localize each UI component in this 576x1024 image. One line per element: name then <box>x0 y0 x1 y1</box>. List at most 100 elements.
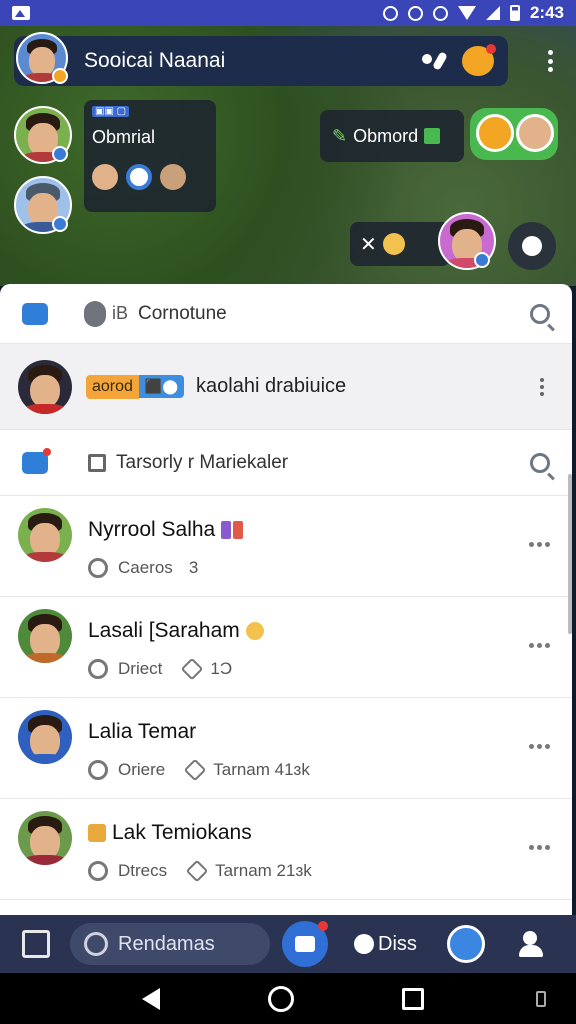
dm-label: Diss <box>378 932 417 955</box>
smile-icon <box>382 233 405 255</box>
contacts-sheet: iB Cornotune aorod ⬛⬤ kaolahi drabiuice … <box>0 284 572 916</box>
status-pill-icons: ⬛⬤ <box>138 375 185 398</box>
popup-tag: ▣▣ ▢ <box>92 106 130 117</box>
search-icon[interactable] <box>530 452 550 473</box>
contact-name: Lasali [Saraham <box>88 619 240 642</box>
close-icon[interactable]: ✕ <box>360 232 377 257</box>
wifi-icon <box>457 6 476 20</box>
share-icon[interactable] <box>420 50 446 72</box>
badge-icon <box>221 521 244 539</box>
contact-avatar <box>18 710 72 764</box>
friend-avatar-icon <box>516 114 554 152</box>
contact-count: Tarnam 21ɜk <box>215 861 312 880</box>
plus-box-icon <box>424 128 441 144</box>
search-icon[interactable] <box>530 303 550 324</box>
recents-icon[interactable] <box>402 987 424 1010</box>
friend-bubble[interactable] <box>470 108 558 160</box>
app-bar: Sooicai Naanai <box>14 36 508 86</box>
alarm-icon <box>382 5 398 21</box>
contact-avatar <box>18 609 72 663</box>
contact-count: Tarnam 41ɜk <box>213 760 310 779</box>
contact-status: Driect <box>118 659 163 678</box>
status-icons: 2:43 <box>382 3 564 23</box>
row-more-icon[interactable] <box>540 377 544 396</box>
contact-row[interactable]: Lak Temiokans Dtrecs Tarnam 21ɜk <box>0 799 572 900</box>
more-menu-icon[interactable] <box>548 50 554 72</box>
pencil-icon: ✎ <box>332 125 348 146</box>
highlighted-row[interactable]: aorod ⬛⬤ kaolahi drabiuice <box>0 344 572 430</box>
back-icon[interactable] <box>142 987 160 1010</box>
tag-icon <box>181 657 204 681</box>
battery-icon <box>509 5 520 21</box>
camera-icon <box>295 936 315 952</box>
clock-icon <box>88 659 108 679</box>
status-time: 2:43 <box>529 3 564 22</box>
chat-chip[interactable]: ✎ Obmord <box>320 110 464 162</box>
contact-status: Oriere <box>118 760 166 779</box>
contact-row[interactable]: Lalia Temar Oriere Tarnam 41ɜk <box>0 698 572 799</box>
emoji-icon <box>476 114 514 152</box>
user-popup-card[interactable]: ▣▣ ▢ Obmrial <box>84 100 216 212</box>
locate-button[interactable] <box>508 222 556 270</box>
contact-name: Nyrrool Salha <box>88 518 216 541</box>
contact-row[interactable]: Nyrrool Salha Caeros 3 <box>0 496 572 597</box>
chat-bubble-icon <box>84 932 108 956</box>
profile-status-badge <box>52 68 68 84</box>
tag-icon <box>185 859 209 883</box>
camera-button[interactable] <box>282 921 328 967</box>
chat-icon[interactable] <box>446 925 485 963</box>
map-user-badge-3 <box>474 252 490 268</box>
contact-status: Dtrecs <box>118 861 168 880</box>
home-icon[interactable] <box>268 985 294 1012</box>
contact-row[interactable]: Lasali [Saraham Driect 1Ɔ <box>0 597 572 698</box>
app-bar-actions <box>420 44 508 76</box>
contact-status: Caeros <box>118 558 173 577</box>
book-icon[interactable] <box>22 930 50 958</box>
section-side-label: iB <box>112 303 129 323</box>
toggle-icon[interactable] <box>84 300 106 327</box>
cloud-icon[interactable] <box>22 302 48 325</box>
locate-icon <box>522 236 542 256</box>
smile-icon <box>245 622 264 640</box>
contact-avatar <box>18 811 72 865</box>
clock-icon <box>88 760 108 780</box>
contact-name: Lalia Temar <box>88 720 197 743</box>
scrollbar[interactable] <box>568 474 572 634</box>
gallery-icon <box>12 6 30 20</box>
dm-button[interactable]: Diss <box>354 933 417 956</box>
chat-chip-label: Obmord <box>353 125 419 146</box>
status-bar: 2:43 <box>0 0 576 26</box>
section-header-2: Tarsorly r Mariekaler <box>0 430 572 496</box>
contact-count: 1Ɔ <box>210 659 233 678</box>
notification-icon[interactable] <box>462 44 496 76</box>
signal-icon <box>485 6 500 20</box>
nav-search-button[interactable]: Rendamas <box>70 923 270 965</box>
app-title: Sooicai Naanai <box>84 49 226 72</box>
reaction-shield-icon[interactable] <box>126 164 152 190</box>
section-label: Tarsorly r Mariekaler <box>116 451 289 473</box>
bluetooth-icon <box>432 5 448 21</box>
map-background: Sooicai Naanai ▣▣ ▢ Obmrial ✎ Obmord ✕ <box>0 26 576 286</box>
calendar-icon[interactable] <box>22 447 51 474</box>
contact-more-icon[interactable] <box>529 542 550 547</box>
system-nav-bar <box>0 973 576 1024</box>
list-icon[interactable] <box>88 453 106 472</box>
contact-more-icon[interactable] <box>529 744 550 749</box>
status-pill: aorod <box>86 374 139 399</box>
reaction-avatar-icon[interactable] <box>92 164 118 190</box>
contact-avatar <box>18 508 72 562</box>
sync-icon <box>407 5 423 21</box>
popup-user-label: Obmrial <box>92 127 156 147</box>
people-icon[interactable] <box>518 931 547 957</box>
activity-chip[interactable]: ✕ <box>350 222 450 266</box>
map-user-badge-2 <box>52 216 68 232</box>
nav-search-label: Rendamas <box>118 932 215 955</box>
contact-more-icon[interactable] <box>529 643 550 648</box>
clock-icon <box>88 558 108 578</box>
popup-reactions <box>92 164 186 190</box>
reaction-avatar-icon-2[interactable] <box>160 164 186 190</box>
contact-more-icon[interactable] <box>529 845 550 850</box>
row-avatar <box>18 359 72 414</box>
section-header-1: iB Cornotune <box>0 284 572 344</box>
bottom-nav: Rendamas Diss <box>0 915 576 973</box>
